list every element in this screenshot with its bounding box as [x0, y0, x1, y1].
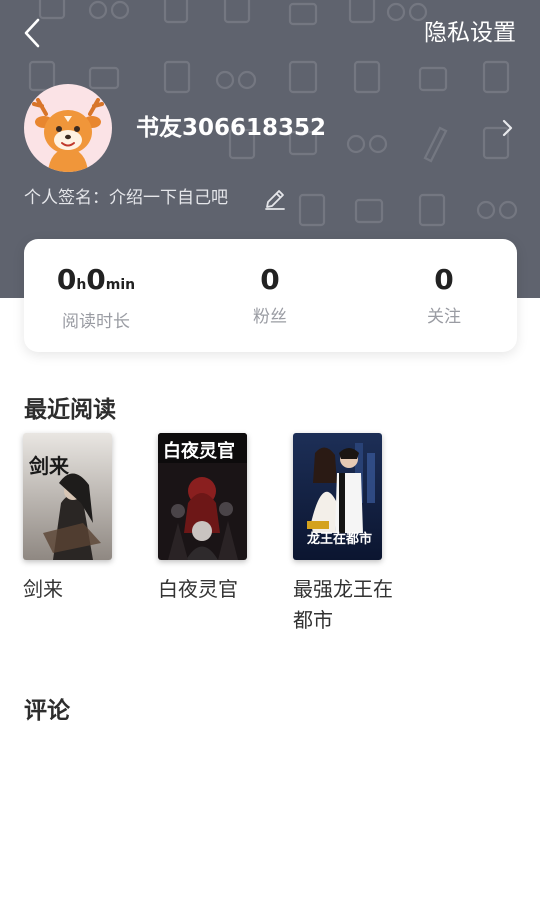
reading-time-value: 0h0min	[56, 263, 136, 296]
book-cover-art: 剑来	[23, 433, 112, 560]
following-stat[interactable]: 0 关注	[364, 261, 524, 329]
book-item[interactable]: 龙王在都市 最强龙王在都市	[293, 433, 403, 636]
fans-stat[interactable]: 0 粉丝	[190, 261, 350, 329]
book-cover[interactable]: 白夜灵官	[158, 433, 247, 560]
book-item[interactable]: 白夜灵官 白夜灵官	[158, 433, 268, 605]
edit-pencil-icon[interactable]	[262, 186, 288, 212]
fans-label: 粉丝	[253, 307, 287, 327]
username[interactable]: 书友306618352	[136, 112, 326, 144]
stats-card: 0h0min 阅读时长 0 粉丝 0 关注	[24, 239, 517, 352]
avatar[interactable]	[24, 84, 112, 172]
fans-value: 0	[260, 263, 280, 296]
reading-time-label: 阅读时长	[62, 312, 130, 332]
book-title[interactable]: 最强龙王在都市	[293, 574, 393, 636]
comments-title: 评论	[24, 698, 70, 724]
book-title[interactable]: 白夜灵官	[158, 574, 258, 605]
back-arrow-icon[interactable]	[14, 14, 54, 54]
book-title[interactable]: 剑来	[23, 574, 123, 605]
book-cover-art: 龙王在都市	[293, 433, 382, 560]
svg-text:白夜灵官: 白夜灵官	[163, 440, 235, 462]
book-cover-art: 白夜灵官	[158, 433, 247, 560]
privacy-settings-button[interactable]: 隐私设置	[424, 16, 516, 50]
personal-signature: 个人签名：介绍一下自己吧	[24, 188, 228, 208]
book-cover[interactable]: 剑来	[23, 433, 112, 560]
following-value: 0	[434, 263, 454, 296]
following-label: 关注	[427, 307, 461, 327]
reading-time-stat[interactable]: 0h0min 阅读时长	[16, 261, 176, 334]
svg-text:剑来: 剑来	[28, 454, 70, 478]
book-cover[interactable]: 龙王在都市	[293, 433, 382, 560]
recent-reading-title: 最近阅读	[24, 397, 116, 423]
book-item[interactable]: 剑来 剑来	[23, 433, 133, 605]
deer-mascot-icon	[32, 98, 104, 172]
chevron-right-icon[interactable]	[496, 116, 520, 140]
svg-text:龙王在都市: 龙王在都市	[307, 531, 372, 547]
